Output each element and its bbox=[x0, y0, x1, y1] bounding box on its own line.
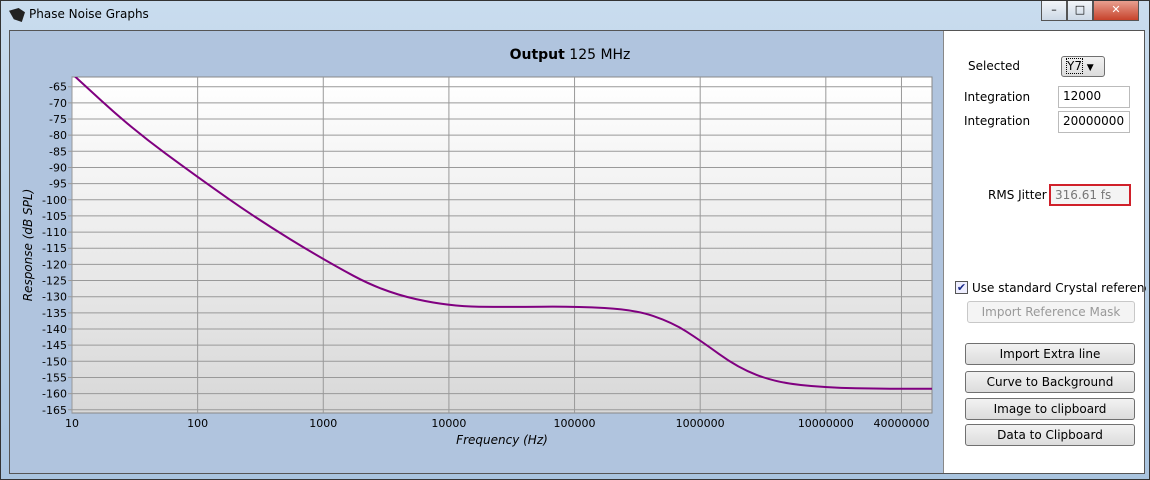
y-tick-label: -65 bbox=[49, 81, 67, 94]
x-tick-label: 100000 bbox=[554, 417, 596, 430]
y-tick-label: -85 bbox=[49, 145, 67, 158]
output-select[interactable]: Y7 ▼ bbox=[1061, 56, 1105, 77]
rms-jitter-value: 316.61 fs bbox=[1049, 184, 1131, 206]
plot-area bbox=[71, 76, 933, 414]
y-tick-label: -160 bbox=[42, 388, 67, 401]
data-to-clipboard-button[interactable]: Data to Clipboard bbox=[965, 424, 1135, 446]
integration-start-label: Integration bbox=[964, 90, 1031, 104]
svg-text:Output 125 MHz: Output 125 MHz bbox=[510, 47, 631, 63]
y-tick-label: -110 bbox=[42, 226, 67, 239]
x-tick-label: 1000 bbox=[309, 417, 337, 430]
y-tick-label: -135 bbox=[42, 307, 67, 320]
y-tick-label: -150 bbox=[42, 355, 67, 368]
curve-to-background-button[interactable]: Curve to Background bbox=[965, 371, 1135, 393]
maximize-button[interactable]: □ bbox=[1067, 1, 1093, 21]
chart-panel: 10 100 1000 10000 100000 1000000 10000000 40000… bbox=[10, 31, 944, 473]
y-tick-label: -140 bbox=[42, 323, 67, 336]
chart-title-bold: Output bbox=[510, 47, 566, 63]
y-tick-label: -70 bbox=[49, 97, 67, 110]
y-axis-label: Response (dB SPL) bbox=[21, 189, 35, 302]
integration-start-input[interactable]: 12000 bbox=[1058, 86, 1130, 108]
y-tick-label: -155 bbox=[42, 371, 67, 384]
x-tick-label: 10 bbox=[65, 417, 79, 430]
x-tick-label: 10000 bbox=[431, 417, 466, 430]
y-tick-label: -120 bbox=[42, 258, 67, 271]
y-tick-label: -130 bbox=[42, 291, 67, 304]
close-button[interactable]: ✕ bbox=[1093, 1, 1139, 21]
y-tick-label: -75 bbox=[49, 113, 67, 126]
selected-label: Selected bbox=[968, 59, 1021, 73]
y-tick-label: -125 bbox=[42, 275, 67, 288]
window: Phase Noise Graphs – □ ✕ 10 100 1000 10000 1… bbox=[0, 0, 1150, 480]
integration-stop-input[interactable]: 20000000 bbox=[1058, 111, 1130, 133]
app-logo-icon bbox=[9, 8, 25, 22]
y-tick-label: -165 bbox=[42, 404, 67, 417]
import-extra-line-button[interactable]: Import Extra line bbox=[965, 343, 1135, 365]
y-tick-label: -115 bbox=[42, 242, 67, 255]
y-tick-label: -145 bbox=[42, 339, 67, 352]
x-axis-label: Frequency (Hz) bbox=[456, 433, 548, 447]
chart-title: 125 MHz bbox=[569, 47, 630, 63]
minimize-button[interactable]: – bbox=[1041, 1, 1067, 21]
x-tick-label: 1000000 bbox=[676, 417, 725, 430]
integration-stop-label: Integration bbox=[964, 114, 1031, 128]
crystal-checkbox-label: Use standard Crystal referenc bbox=[972, 281, 1146, 295]
chevron-down-icon: ▼ bbox=[1086, 63, 1094, 73]
y-tick-label: -80 bbox=[49, 129, 67, 142]
y-tick-label: -100 bbox=[42, 194, 67, 207]
image-to-clipboard-button[interactable]: Image to clipboard bbox=[965, 398, 1135, 420]
import-reference-mask-button[interactable]: Import Reference Mask bbox=[967, 301, 1135, 323]
window-title: Phase Noise Graphs bbox=[29, 7, 149, 21]
output-select-value: Y7 bbox=[1066, 58, 1083, 74]
y-tick-label: -105 bbox=[42, 210, 67, 223]
crystal-checkbox[interactable]: ✔ bbox=[955, 281, 968, 294]
y-tick-label: -90 bbox=[49, 161, 67, 174]
y-tick-label: -95 bbox=[49, 178, 67, 191]
x-tick-label: 100 bbox=[187, 417, 208, 430]
client-area: 10 100 1000 10000 100000 1000000 10000000 40000… bbox=[9, 30, 1146, 474]
x-tick-label: 40000000 bbox=[873, 417, 929, 430]
phase-noise-chart: 10 100 1000 10000 100000 1000000 10000000 40000… bbox=[21, 47, 933, 447]
rms-jitter-label: RMS Jitter bbox=[988, 188, 1047, 202]
x-tick-label: 10000000 bbox=[798, 417, 854, 430]
